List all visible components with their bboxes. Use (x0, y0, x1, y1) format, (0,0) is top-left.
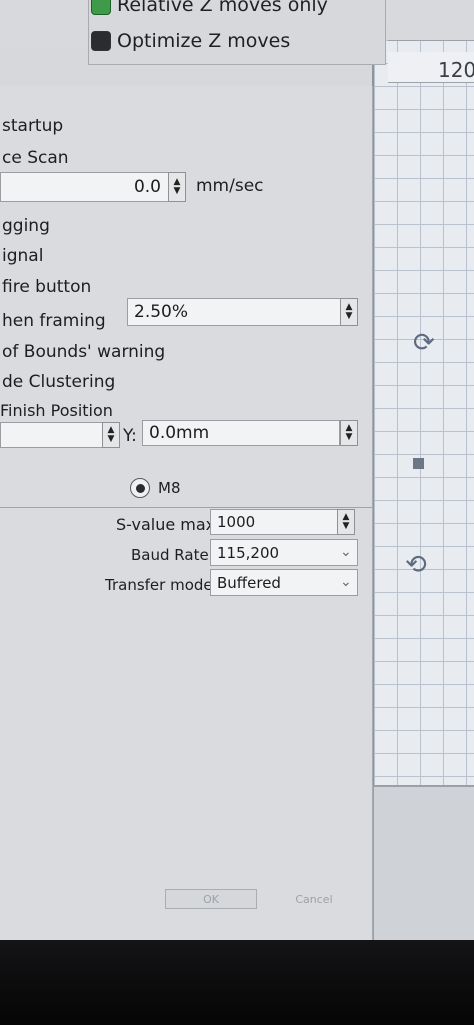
finish-y-spinner[interactable]: ▲ ▼ (340, 420, 358, 446)
startup-label: startup (2, 116, 64, 136)
baud-rate-select[interactable]: 115,200 (210, 539, 358, 566)
radio-selected-icon (135, 483, 145, 493)
out-of-bounds-label: of Bounds' warning (2, 342, 166, 362)
optimize-z-label: Optimize Z moves (117, 30, 291, 52)
chevron-down-icon[interactable]: ⌄ (340, 574, 352, 590)
m8-radio[interactable] (130, 478, 150, 498)
spin-down-icon[interactable]: ▼ (343, 522, 350, 531)
square-tool-icon[interactable] (413, 458, 424, 469)
framing-input[interactable]: 2.50% (127, 298, 341, 326)
rotate-ccw-icon[interactable]: ⟲ (405, 552, 427, 578)
optimize-z-row[interactable]: Optimize Z moves (91, 30, 290, 52)
spin-down-icon[interactable]: ▼ (346, 433, 353, 442)
svalue-input[interactable]: 1000 (210, 509, 338, 535)
framing-label: hen framing (2, 311, 106, 331)
spin-down-icon[interactable]: ▼ (174, 187, 181, 196)
signal-label: ignal (2, 246, 44, 266)
z-options-panel: Relative Z moves only Optimize Z moves (88, 0, 386, 65)
finish-y-input[interactable]: 0.0mm (142, 420, 340, 446)
face-scan-label: ce Scan (2, 148, 69, 168)
lower-panel (372, 785, 474, 940)
clustering-label: de Clustering (2, 372, 116, 392)
monitor-bezel (0, 940, 474, 1025)
transfer-mode-select[interactable]: Buffered (210, 569, 358, 596)
chevron-down-icon[interactable]: ⌄ (340, 544, 352, 560)
gging-label: gging (2, 216, 50, 236)
ruler-label: 120 (438, 58, 474, 82)
relative-z-row[interactable]: Relative Z moves only (91, 0, 328, 16)
finish-position-label: Finish Position (0, 401, 113, 420)
speed-spinner[interactable]: ▲ ▼ (168, 172, 186, 202)
spin-down-icon[interactable]: ▼ (108, 435, 115, 444)
workspace-grid[interactable] (372, 40, 474, 785)
relative-z-label: Relative Z moves only (117, 0, 328, 16)
relative-z-checkbox[interactable] (91, 0, 111, 15)
m8-label: M8 (158, 479, 181, 497)
cancel-button[interactable]: Cancel (282, 889, 346, 909)
screen: 120 ⟳ ⟲ Relative Z moves only Optimize Z… (0, 0, 474, 940)
svalue-label: S-value max (116, 515, 216, 534)
baud-rate-label: Baud Rate (131, 546, 209, 564)
svalue-spinner[interactable]: ▲ ▼ (337, 509, 355, 535)
finish-x-input[interactable] (0, 422, 104, 448)
framing-spinner[interactable]: ▲ ▼ (340, 298, 358, 326)
finish-x-spinner[interactable]: ▲ ▼ (102, 422, 120, 448)
optimize-z-checkbox[interactable] (91, 31, 111, 51)
ok-button[interactable]: OK (165, 889, 257, 909)
checkbox-icon (91, 31, 111, 51)
speed-input[interactable]: 0.0 (0, 172, 170, 202)
transfer-mode-label: Transfer mode (105, 576, 213, 594)
rotate-cw-icon[interactable]: ⟳ (413, 330, 435, 356)
spin-down-icon[interactable]: ▼ (346, 312, 353, 321)
checkbox-checked-icon (91, 0, 111, 15)
section-divider (0, 507, 372, 508)
fire-button-label: fire button (2, 277, 92, 297)
ruler-line (388, 40, 474, 51)
y-label: Y: (123, 426, 137, 446)
speed-unit-label: mm/sec (196, 176, 264, 196)
